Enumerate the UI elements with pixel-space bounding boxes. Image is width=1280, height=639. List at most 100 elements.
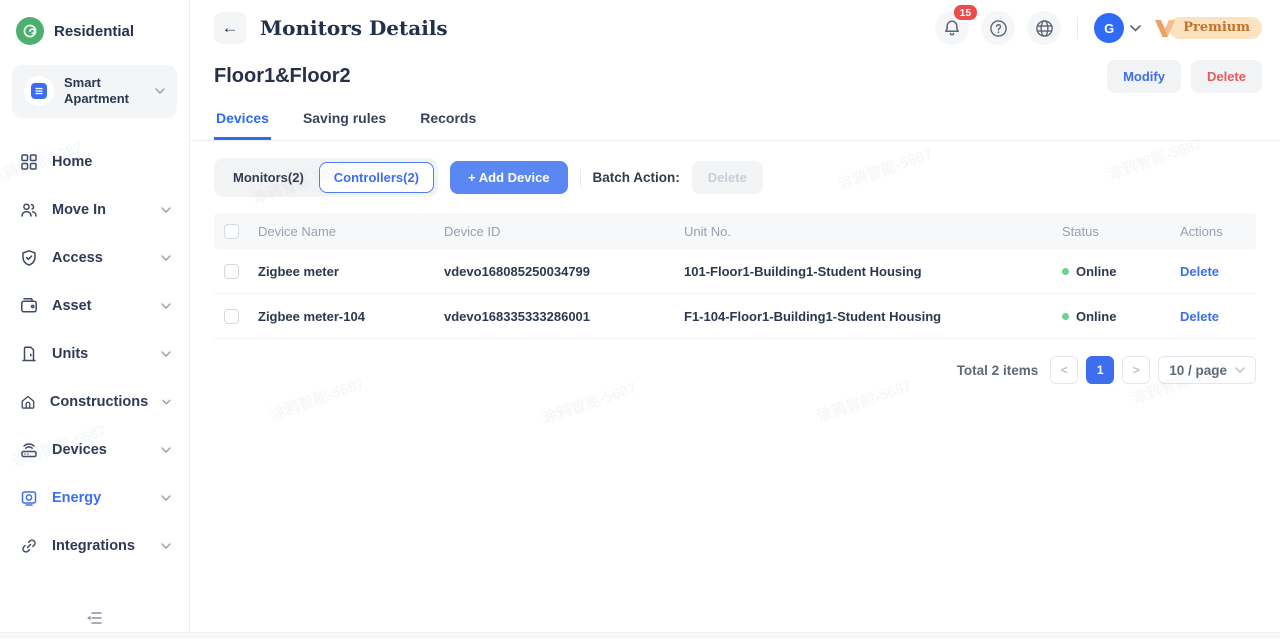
sidebar-nav: Home Move In Access xyxy=(0,132,189,576)
table-header-row: Device Name Device ID Unit No. Status Ac… xyxy=(214,213,1256,249)
language-button[interactable] xyxy=(1027,11,1061,45)
shield-check-icon xyxy=(20,249,38,267)
chevron-down-icon xyxy=(161,495,171,501)
device-toolbar: Monitors(2) Controllers(2) + Add Device … xyxy=(214,158,1256,197)
column-header-device-id: Device ID xyxy=(444,224,684,239)
workspace-icon xyxy=(24,76,54,106)
chevron-down-icon xyxy=(155,88,165,94)
row-delete-link[interactable]: Delete xyxy=(1180,264,1256,279)
column-header-unit-no: Unit No. xyxy=(684,224,1062,239)
toolbar-divider xyxy=(580,169,581,187)
brand: Residential xyxy=(0,0,189,57)
avatar: G xyxy=(1094,13,1124,43)
globe-icon xyxy=(1035,19,1054,38)
sidebar-item-label: Integrations xyxy=(52,538,147,554)
device-id: vdevo168335333286001 xyxy=(444,309,684,324)
controllers-filter-button[interactable]: Controllers(2) xyxy=(319,162,434,193)
device-id: vdevo168085250034799 xyxy=(444,264,684,279)
sidebar-item-access[interactable]: Access xyxy=(0,234,189,282)
page-size-value: 10 / page xyxy=(1169,363,1227,378)
sidebar-item-move-in[interactable]: Move In xyxy=(0,186,189,234)
energy-meter-icon xyxy=(20,489,38,507)
sidebar-item-label: Constructions xyxy=(50,394,148,410)
sidebar-item-label: Devices xyxy=(52,442,147,458)
table-row: Zigbee meter vdevo168085250034799 101-Fl… xyxy=(214,249,1256,294)
tab-bar: Devices Saving rules Records xyxy=(190,101,1280,141)
device-name: Zigbee meter-104 xyxy=(258,309,444,324)
question-icon xyxy=(989,19,1008,38)
row-checkbox[interactable] xyxy=(224,264,239,279)
table-row: Zigbee meter-104 vdevo168335333286001 F1… xyxy=(214,294,1256,339)
workspace-name: Smart Apartment xyxy=(64,75,145,108)
delete-button[interactable]: Delete xyxy=(1191,60,1262,93)
house-icon xyxy=(20,393,36,411)
sidebar-item-units[interactable]: Units xyxy=(0,330,189,378)
page-title: Floor1&Floor2 xyxy=(214,65,351,88)
next-page-button[interactable]: > xyxy=(1122,356,1150,384)
device-name: Zigbee meter xyxy=(258,264,444,279)
online-dot-icon xyxy=(1062,268,1069,275)
router-icon xyxy=(20,441,38,459)
status-badge: Online xyxy=(1062,264,1180,279)
back-button[interactable]: ← xyxy=(214,12,246,44)
online-dot-icon xyxy=(1062,313,1069,320)
sidebar-item-devices[interactable]: Devices xyxy=(0,426,189,474)
tab-saving-rules[interactable]: Saving rules xyxy=(301,101,388,140)
row-delete-link[interactable]: Delete xyxy=(1180,309,1256,324)
sidebar-item-label: Move In xyxy=(52,202,147,218)
notification-badge: 15 xyxy=(952,3,980,22)
sidebar-item-label: Access xyxy=(52,250,147,266)
help-button[interactable] xyxy=(981,11,1015,45)
tab-devices[interactable]: Devices xyxy=(214,101,271,140)
chevron-down-icon xyxy=(1235,367,1245,373)
unit-no: 101-Floor1-Building1-Student Housing xyxy=(684,264,1062,279)
sidebar-item-constructions[interactable]: Constructions xyxy=(0,378,189,426)
sidebar: Residential Smart Apartment Home xyxy=(0,0,190,639)
page-1-button[interactable]: 1 xyxy=(1086,356,1114,384)
topbar: ← Monitors Details 15 xyxy=(190,0,1280,56)
add-device-button[interactable]: + Add Device xyxy=(450,161,568,194)
row-checkbox[interactable] xyxy=(224,309,239,324)
device-type-switcher: Monitors(2) Controllers(2) xyxy=(214,158,438,197)
chevron-down-icon xyxy=(161,303,171,309)
unit-door-icon xyxy=(20,345,38,363)
wallet-icon xyxy=(20,297,38,315)
sidebar-item-label: Home xyxy=(52,154,171,170)
premium-v-icon xyxy=(1153,18,1177,39)
sidebar-item-home[interactable]: Home xyxy=(0,138,189,186)
premium-badge[interactable]: Premium xyxy=(1153,17,1262,39)
column-header-actions: Actions xyxy=(1180,224,1256,239)
sidebar-item-label: Energy xyxy=(52,490,147,506)
chevron-down-icon xyxy=(161,543,171,549)
sidebar-item-energy[interactable]: Energy xyxy=(0,474,189,522)
sidebar-item-asset[interactable]: Asset xyxy=(0,282,189,330)
page-header-title: Monitors Details xyxy=(260,16,448,40)
monitors-filter-button[interactable]: Monitors(2) xyxy=(218,162,319,193)
sidebar-collapse-button[interactable] xyxy=(0,605,189,631)
link-icon xyxy=(20,537,38,555)
sidebar-item-integrations[interactable]: Integrations xyxy=(0,522,189,570)
home-grid-icon xyxy=(20,153,38,171)
chevron-down-icon xyxy=(161,255,171,261)
premium-label: Premium xyxy=(1169,17,1262,39)
sidebar-item-label: Asset xyxy=(52,298,147,314)
chevron-down-icon xyxy=(161,447,171,453)
page-size-select[interactable]: 10 / page xyxy=(1158,356,1256,384)
brand-name: Residential xyxy=(54,23,134,40)
app-window: Residential Smart Apartment Home xyxy=(0,0,1280,639)
batch-delete-button[interactable]: Delete xyxy=(692,161,763,194)
residential-logo-icon xyxy=(16,17,44,45)
chevron-down-icon xyxy=(1130,25,1141,32)
pagination: Total 2 items < 1 > 10 / page xyxy=(214,356,1256,384)
menu-fold-icon xyxy=(85,611,105,625)
tab-records[interactable]: Records xyxy=(418,101,478,140)
column-header-status: Status xyxy=(1062,224,1180,239)
workspace-selector[interactable]: Smart Apartment xyxy=(12,65,177,118)
column-header-device-name: Device Name xyxy=(258,224,444,239)
prev-page-button[interactable]: < xyxy=(1050,356,1078,384)
modify-button[interactable]: Modify xyxy=(1107,60,1181,93)
select-all-checkbox[interactable] xyxy=(224,224,239,239)
account-menu[interactable]: G xyxy=(1094,13,1141,43)
total-items-label: Total 2 items xyxy=(957,363,1039,378)
main-content: ← Monitors Details 15 xyxy=(190,0,1280,639)
